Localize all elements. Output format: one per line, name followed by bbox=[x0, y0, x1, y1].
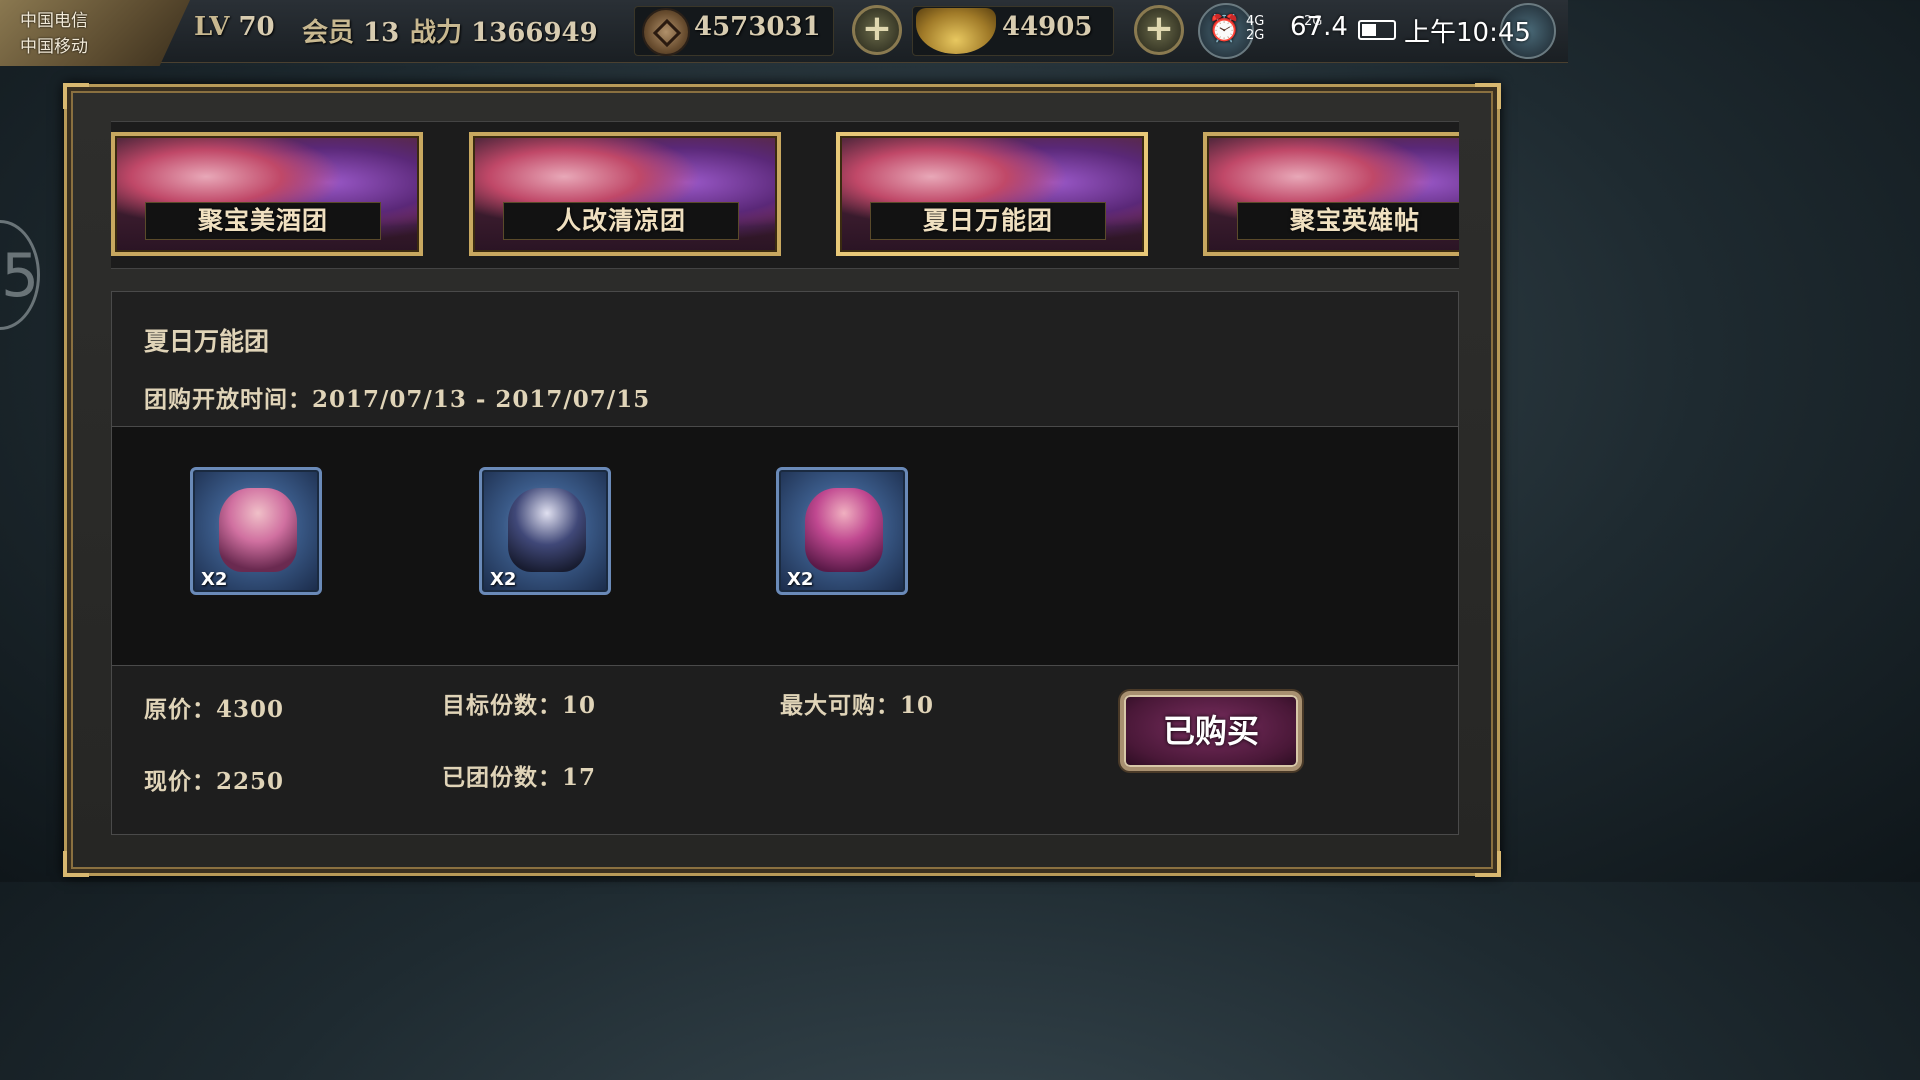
tab-cool-summer[interactable]: 人改清凉团 bbox=[469, 132, 781, 256]
system-time: 上午10:45 bbox=[1404, 18, 1531, 48]
open-time: 团购开放时间：2017/07/13 - 2017/07/15 bbox=[144, 380, 650, 414]
pack-title: 夏日万能团 bbox=[144, 327, 270, 356]
power-value: 1366949 bbox=[471, 18, 598, 48]
vip-value: 13 bbox=[363, 18, 400, 48]
reward-items: X2 X2 X2 bbox=[112, 427, 1458, 666]
network-2g-a: 2G bbox=[1246, 28, 1265, 43]
group-buy-tab-strip[interactable]: 聚宝美酒团 人改清凉团 夏日万能团 聚宝英雄帖 bbox=[111, 121, 1459, 269]
original-price: 原价：4300 bbox=[144, 690, 284, 724]
joined-value: 17 bbox=[562, 764, 597, 791]
magenta-hair-heroine-portrait bbox=[805, 488, 883, 572]
alarm-icon: ⏰ bbox=[1208, 14, 1241, 44]
original-price-value: 4300 bbox=[216, 696, 285, 723]
side-event-ring[interactable]: 5 bbox=[0, 220, 40, 330]
price-info: 原价：4300 现价：2250 目标份数：10 已团份数：17 最大可购：10 … bbox=[112, 666, 1458, 834]
level-label: LV bbox=[194, 12, 230, 42]
tab-label: 人改清凉团 bbox=[503, 202, 739, 240]
target-value: 10 bbox=[562, 692, 597, 719]
frame-corner bbox=[63, 83, 89, 109]
max-value: 10 bbox=[900, 692, 935, 719]
reward-item[interactable]: X2 bbox=[190, 467, 322, 595]
joined-label: 已团份数： bbox=[442, 764, 562, 791]
group-buy-panel: 聚宝美酒团 人改清凉团 夏日万能团 聚宝英雄帖 夏日万能团 团购开放时间：201… bbox=[63, 83, 1501, 877]
dark-hair-swordsman-portrait bbox=[508, 488, 586, 572]
reward-item[interactable]: X2 bbox=[776, 467, 908, 595]
tab-summer-allround[interactable]: 夏日万能团 bbox=[836, 132, 1148, 256]
carrier-label-1: 中国电信 bbox=[20, 11, 88, 31]
group-buy-detail: 夏日万能团 团购开放时间：2017/07/13 - 2017/07/15 X2 … bbox=[111, 291, 1459, 835]
max-purchasable: 最大可购：10 bbox=[780, 686, 934, 720]
pink-hair-heroine-portrait bbox=[219, 488, 297, 572]
network-4g: 4G bbox=[1246, 14, 1265, 29]
battery-level bbox=[1362, 24, 1376, 36]
add-ingots-button[interactable]: + bbox=[1134, 5, 1184, 55]
frame-corner bbox=[63, 851, 89, 877]
coin-amount: 4573031 bbox=[694, 12, 821, 42]
current-price-label: 现价： bbox=[144, 768, 216, 795]
side-ring-number: 5 bbox=[1, 241, 40, 311]
max-label: 最大可购： bbox=[780, 692, 900, 719]
target-count: 目标份数：10 bbox=[442, 686, 596, 720]
carrier-label-2: 中国移动 bbox=[20, 37, 88, 57]
tab-label: 聚宝美酒团 bbox=[145, 202, 381, 240]
tab-label: 夏日万能团 bbox=[870, 202, 1106, 240]
current-price-value: 2250 bbox=[216, 768, 285, 795]
target-label: 目标份数： bbox=[442, 692, 562, 719]
tab-hero-invite[interactable]: 聚宝英雄帖 bbox=[1203, 132, 1459, 256]
player-level: LV 70 bbox=[194, 12, 275, 42]
frame-corner bbox=[1475, 83, 1501, 109]
network-speed: 67.4 bbox=[1290, 12, 1348, 42]
coin-icon bbox=[642, 8, 690, 56]
add-coins-button[interactable]: + bbox=[852, 5, 902, 55]
item-quantity: X2 bbox=[201, 569, 228, 590]
power-label: 战力 bbox=[410, 18, 463, 48]
vip-label: 会员 bbox=[302, 18, 355, 48]
open-time-label: 团购开放时间： bbox=[144, 386, 312, 413]
ingot-amount: 44905 bbox=[1002, 12, 1093, 42]
current-price: 现价：2250 bbox=[144, 762, 284, 796]
tab-label: 聚宝英雄帖 bbox=[1237, 202, 1459, 240]
player-power: 战力 1366949 bbox=[410, 12, 598, 49]
detail-header: 夏日万能团 团购开放时间：2017/07/13 - 2017/07/15 bbox=[112, 292, 1458, 427]
item-quantity: X2 bbox=[490, 569, 517, 590]
joined-count: 已团份数：17 bbox=[442, 758, 596, 792]
level-value: 70 bbox=[238, 12, 275, 42]
player-vip: 会员 13 bbox=[302, 12, 399, 49]
open-time-value: 2017/07/13 - 2017/07/15 bbox=[312, 386, 651, 413]
original-price-label: 原价： bbox=[144, 696, 216, 723]
battery-icon bbox=[1358, 20, 1396, 40]
top-resource-bar: 中国电信 中国移动 LV 70 会员 13 战力 1366949 4573031… bbox=[0, 0, 1568, 66]
purchased-button[interactable]: 已购买 bbox=[1120, 691, 1302, 771]
reward-item[interactable]: X2 bbox=[479, 467, 611, 595]
tab-juebao-wine[interactable]: 聚宝美酒团 bbox=[111, 132, 423, 256]
frame-corner bbox=[1475, 851, 1501, 877]
item-quantity: X2 bbox=[787, 569, 814, 590]
